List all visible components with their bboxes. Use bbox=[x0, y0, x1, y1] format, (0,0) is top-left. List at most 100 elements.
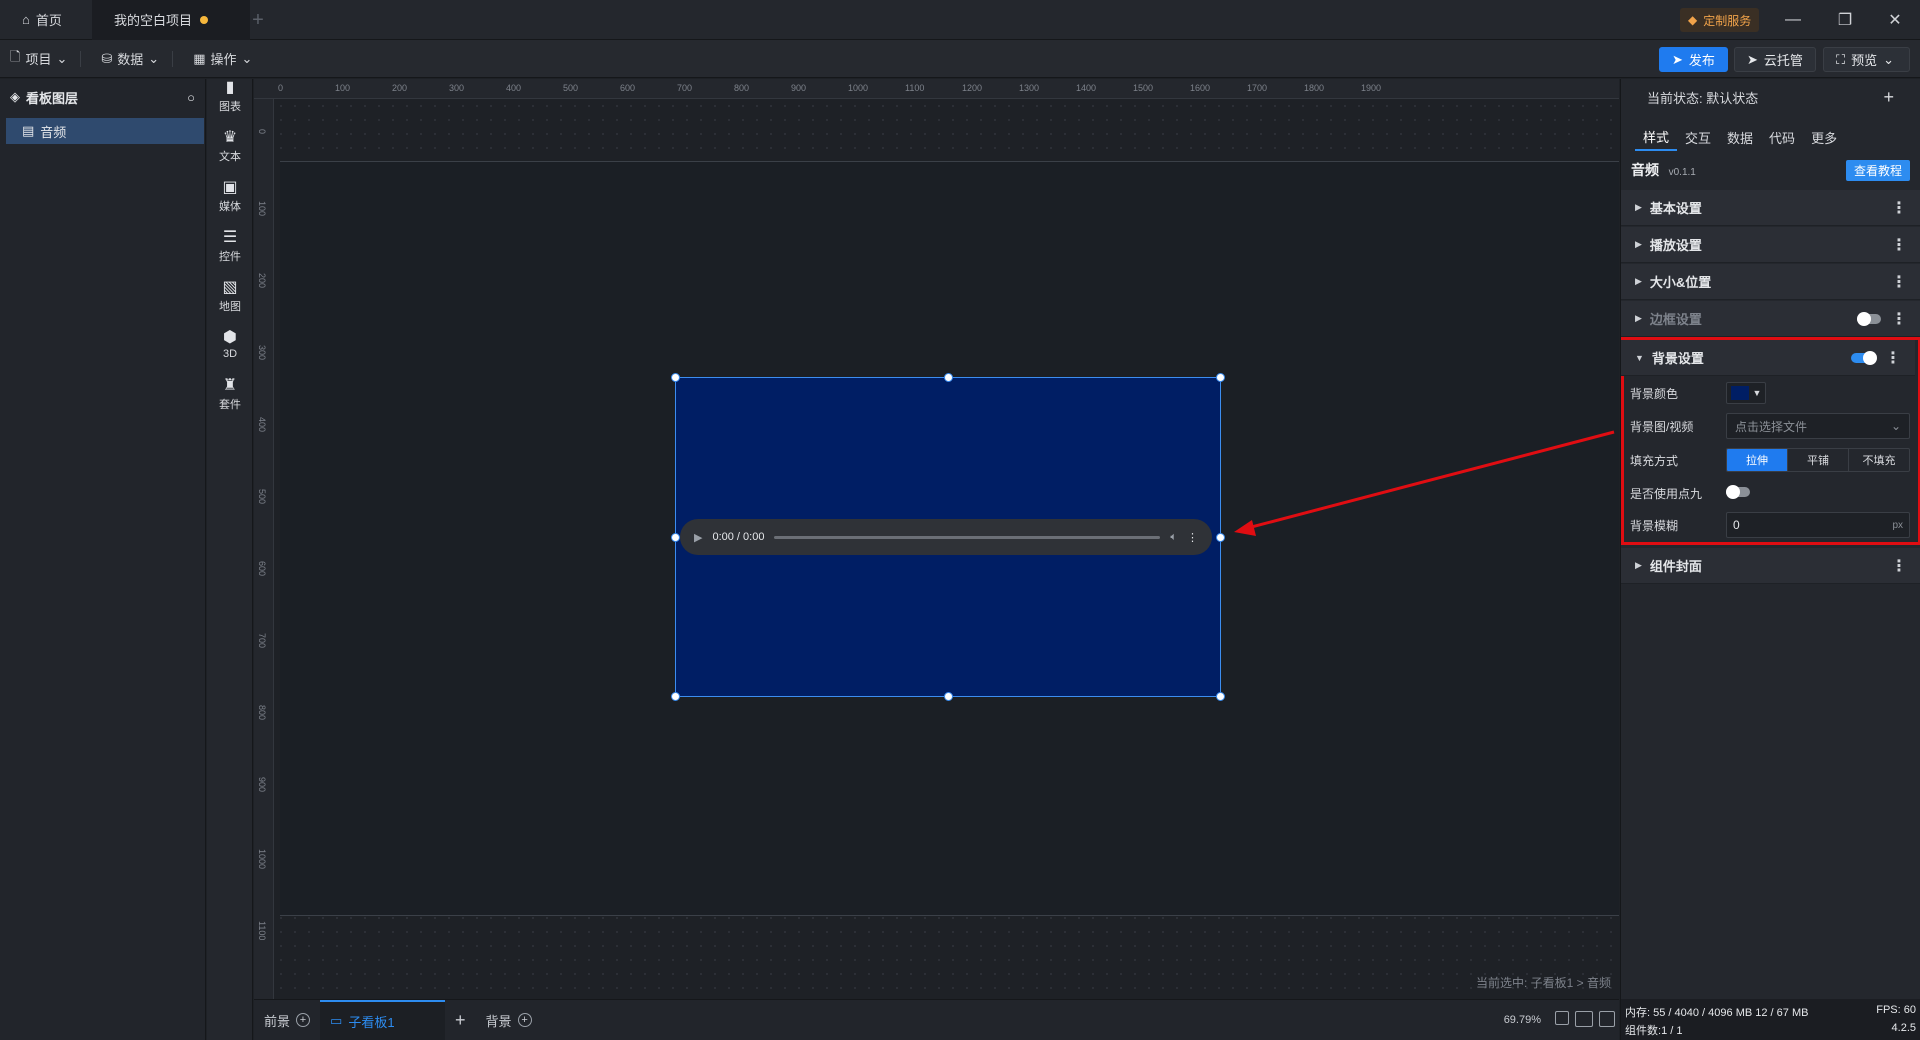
bg-blur-input[interactable]: 0 px bbox=[1726, 512, 1910, 538]
audio-component[interactable]: ▶ 0:00 / 0:00 🔈︎ ⋮ bbox=[671, 373, 1225, 701]
section-basic[interactable]: ▶ 基本设置 ⋮ bbox=[1621, 190, 1920, 226]
chevron-down-icon: ⌄ bbox=[1883, 51, 1895, 67]
menu-operation[interactable]: ▦ 操作 ⌄ bbox=[183, 40, 262, 78]
terminal-icon[interactable] bbox=[1599, 1011, 1615, 1027]
chevron-down-icon: ⌄ bbox=[148, 50, 160, 66]
nine-patch-toggle[interactable] bbox=[1726, 485, 1750, 499]
ruler-tick-label: 600 bbox=[620, 83, 636, 93]
ruler-tick-label: 1100 bbox=[257, 921, 267, 941]
tool-map[interactable]: ▧ 地图 bbox=[207, 273, 253, 321]
section-playback[interactable]: ▶ 播放设置 ⋮ bbox=[1621, 227, 1920, 263]
tab-more[interactable]: 更多 bbox=[1803, 123, 1845, 151]
canvas-area[interactable]: 0 100 200 300 400 500 600 700 800 900 1000 1100 1200… bbox=[254, 79, 1619, 999]
resize-handle[interactable] bbox=[1216, 692, 1225, 701]
cloud-host-button[interactable]: ➤ 云托管 bbox=[1734, 47, 1816, 72]
ruler-tick-label: 600 bbox=[257, 561, 267, 577]
tool-3d[interactable]: ⬢ 3D bbox=[207, 321, 253, 369]
search-icon[interactable]: ○ bbox=[187, 90, 195, 105]
section-size-position[interactable]: ▶ 大小&位置 ⋮ bbox=[1621, 264, 1920, 300]
ruler-tick-label: 900 bbox=[257, 777, 267, 793]
bg-color-label: 背景颜色 bbox=[1630, 386, 1679, 401]
ruler-tick-label: 400 bbox=[506, 83, 522, 93]
ruler-tick-label: 1300 bbox=[1019, 83, 1040, 93]
tool-chart[interactable]: ▮ 图表 bbox=[207, 73, 253, 121]
zoom-level[interactable]: 69.79% bbox=[1504, 1014, 1541, 1026]
ruler-tick-label: 0 bbox=[257, 129, 267, 135]
layer-item-audio[interactable]: ▤ 音频 bbox=[6, 118, 204, 144]
tab-style[interactable]: 样式 bbox=[1635, 123, 1678, 151]
restore-button[interactable]: ❐ bbox=[1822, 0, 1868, 40]
fit-screen-icon[interactable] bbox=[1555, 1011, 1569, 1025]
monitor-icon: ▭ bbox=[330, 1013, 343, 1028]
section-label: 组件封面 bbox=[1649, 559, 1702, 574]
more-vertical-icon[interactable]: ⋮ bbox=[1891, 272, 1907, 292]
tab-home-label: 首页 bbox=[35, 13, 62, 28]
component-count-label: 组件数: bbox=[1625, 1025, 1662, 1037]
tool-text[interactable]: ♛ 文本 bbox=[207, 123, 253, 171]
section-cover[interactable]: ▶ 组件封面 ⋮ bbox=[1621, 548, 1920, 584]
resize-handle[interactable] bbox=[1216, 373, 1225, 382]
tab-project[interactable]: 我的空白项目 bbox=[92, 0, 250, 40]
background-settings-panel: ▼ 背景设置 ⋮ 背景颜色 ▼ 背景图/视频 点击选择文件 ⌄ 填充方式 拉伸 平… bbox=[1621, 337, 1920, 545]
tab-data[interactable]: 数据 bbox=[1719, 123, 1761, 151]
resize-handle[interactable] bbox=[671, 692, 680, 701]
tool-control[interactable]: ☰ 控件 bbox=[207, 223, 253, 271]
more-vertical-icon[interactable]: ⋮ bbox=[1891, 556, 1907, 576]
resize-handle[interactable] bbox=[671, 373, 680, 382]
audio-player[interactable]: ▶ 0:00 / 0:00 🔈︎ ⋮ bbox=[680, 519, 1212, 555]
add-state-button[interactable]: + bbox=[1883, 87, 1894, 108]
section-border[interactable]: ▶ 边框设置 ⋮ bbox=[1621, 301, 1920, 337]
tutorial-button[interactable]: 查看教程 bbox=[1845, 159, 1910, 181]
more-vertical-icon[interactable]: ⋮ bbox=[1187, 531, 1198, 544]
volume-icon[interactable]: 🔈︎ bbox=[1170, 531, 1177, 544]
tab-subboard[interactable]: ▭ 子看板1 bbox=[320, 999, 446, 1040]
bg-file-select[interactable]: 点击选择文件 ⌄ bbox=[1726, 413, 1910, 439]
fill-none-option[interactable]: 不填充 bbox=[1849, 449, 1909, 471]
close-button[interactable]: ✕ bbox=[1872, 0, 1918, 40]
add-subboard-button[interactable]: + bbox=[445, 1000, 476, 1040]
tab-interaction[interactable]: 交互 bbox=[1677, 123, 1719, 151]
add-tab-button[interactable]: + bbox=[246, 0, 270, 40]
section-background[interactable]: ▼ 背景设置 ⋮ bbox=[1621, 340, 1915, 376]
more-vertical-icon[interactable]: ⋮ bbox=[1891, 235, 1907, 255]
audio-progress-track[interactable] bbox=[774, 535, 1161, 539]
layers-panel: ◈ 看板图层 ○ ▤ 音频 bbox=[0, 79, 206, 1040]
ruler-tick-label: 0 bbox=[278, 83, 284, 93]
blur-unit: px bbox=[1892, 519, 1903, 531]
resize-handle[interactable] bbox=[1216, 533, 1225, 542]
publish-button[interactable]: ➤ 发布 bbox=[1659, 47, 1728, 72]
ruler-tick-label: 300 bbox=[257, 345, 267, 361]
more-vertical-icon[interactable]: ⋮ bbox=[1891, 198, 1907, 218]
bg-color-picker[interactable]: ▼ bbox=[1726, 382, 1766, 404]
tool-kit[interactable]: ♜ 套件 bbox=[207, 371, 253, 419]
more-vertical-icon[interactable]: ⋮ bbox=[1891, 309, 1907, 329]
tab-home[interactable]: ⌂ 首页 bbox=[0, 0, 92, 40]
preview-button[interactable]: ⛶ 预览 ⌄ bbox=[1823, 47, 1910, 72]
file-icon: 🗋 bbox=[10, 48, 21, 64]
component-version: v0.1.1 bbox=[1668, 167, 1696, 178]
section-label: 基本设置 bbox=[1649, 201, 1702, 216]
resize-handle[interactable] bbox=[944, 373, 953, 382]
fill-tile-option[interactable]: 平铺 bbox=[1788, 449, 1849, 471]
state-value[interactable]: 默认状态 bbox=[1706, 91, 1758, 106]
divider bbox=[80, 50, 82, 67]
resize-handle[interactable] bbox=[671, 533, 680, 542]
play-icon[interactable]: ▶ bbox=[694, 531, 702, 544]
minimize-button[interactable]: — bbox=[1770, 0, 1816, 40]
border-toggle[interactable] bbox=[1857, 311, 1881, 326]
add-circle-icon[interactable]: + bbox=[517, 1013, 532, 1027]
custom-service-button[interactable]: ◆ 定制服务 bbox=[1680, 8, 1760, 32]
menu-data[interactable]: ⛁ 数据 ⌄ bbox=[91, 40, 183, 78]
tab-code[interactable]: 代码 bbox=[1761, 123, 1803, 151]
tab-background[interactable]: 背景 + bbox=[476, 1000, 542, 1040]
background-toggle[interactable] bbox=[1851, 350, 1877, 365]
menu-project[interactable]: 🗋 项目 ⌄ bbox=[0, 40, 91, 78]
more-vertical-icon[interactable]: ⋮ bbox=[1885, 348, 1901, 368]
ruler-tick-label: 1400 bbox=[1076, 83, 1097, 93]
keyboard-icon[interactable] bbox=[1575, 1011, 1593, 1027]
fill-stretch-option[interactable]: 拉伸 bbox=[1727, 449, 1788, 471]
add-circle-icon[interactable]: + bbox=[296, 1013, 311, 1027]
resize-handle[interactable] bbox=[944, 692, 953, 701]
tool-media[interactable]: ▣ 媒体 bbox=[207, 173, 253, 221]
tab-foreground[interactable]: 前景 + bbox=[254, 1000, 320, 1040]
